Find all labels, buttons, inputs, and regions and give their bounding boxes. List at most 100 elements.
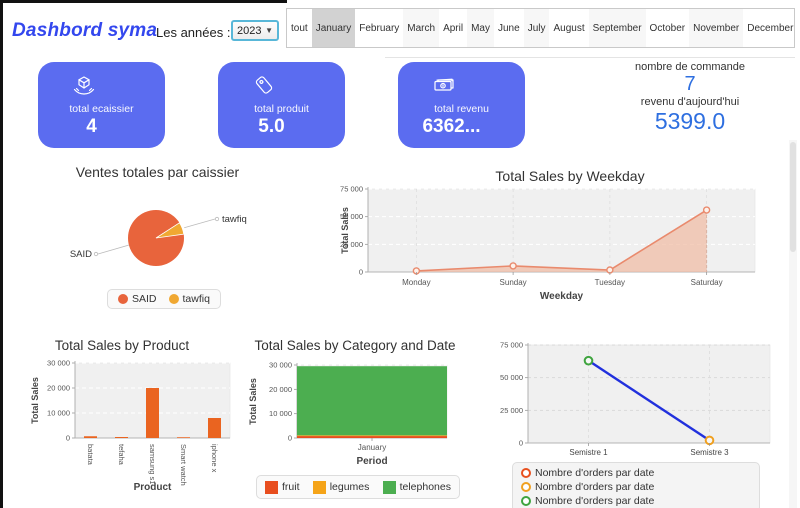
svg-text:30 000: 30 000 [47, 359, 70, 368]
svg-text:Saturday: Saturday [691, 278, 723, 287]
kpi-card-value: 4 [28, 116, 155, 138]
revenue-today-value: 5399.0 [600, 108, 780, 134]
category-legend-item-fruit[interactable]: fruit [265, 481, 300, 494]
tab-october[interactable]: October [646, 9, 690, 47]
scrollbar-thumb[interactable] [790, 142, 796, 252]
month-tabs: toutJanuaryFebruaryMarchAprilMayJuneJuly… [286, 8, 795, 48]
svg-text:Product: Product [134, 482, 172, 493]
bar-batata[interactable] [84, 436, 97, 438]
pie-legend-item-tawfiq[interactable]: tawfiq [169, 293, 210, 305]
stack-legumes[interactable] [297, 435, 447, 436]
category-legend: fruit legumes telephones [256, 475, 460, 499]
legend-swatch-icon [383, 481, 396, 494]
line-legend-item-1[interactable]: Nombre d'orders par date [521, 481, 654, 493]
money-icon [362, 72, 525, 100]
line-legend-item-2[interactable]: Nombre d'orders par date [521, 495, 654, 507]
separator-line [385, 57, 795, 58]
svg-text:tawfiq: tawfiq [222, 214, 247, 225]
svg-text:0: 0 [66, 434, 70, 443]
kpi-card-total-ecaissier: total ecaissier 4 [38, 62, 165, 148]
svg-text:25 000: 25 000 [500, 406, 523, 415]
pie-chart-title: Ventes totales par caissier [40, 164, 275, 180]
svg-text:Total Sales: Total Sales [340, 207, 350, 254]
legend-swatch-icon [313, 481, 326, 494]
price-tag-icon [182, 72, 345, 100]
svg-text:10 000: 10 000 [269, 409, 292, 418]
kpi-card-total-produit: total produit 5.0 [218, 62, 345, 148]
hands-box-icon [2, 72, 165, 100]
tab-january[interactable]: January [312, 9, 356, 47]
data-point-semistre-1[interactable] [585, 357, 593, 365]
category-legend-item-legumes[interactable]: legumes [313, 481, 370, 494]
chevron-down-icon: ▼ [265, 26, 273, 35]
tab-april[interactable]: April [439, 9, 467, 47]
svg-text:Weekday: Weekday [540, 291, 584, 302]
tab-november[interactable]: November [689, 9, 743, 47]
svg-text:30 000: 30 000 [269, 361, 292, 370]
year-select-value: 2023 [237, 25, 261, 37]
pie-legend-item-said[interactable]: SAID [118, 293, 157, 305]
kpi-card-total-revenu: total revenu 6362... [398, 62, 525, 148]
svg-text:Smart watch: Smart watch [179, 444, 188, 486]
tab-august[interactable]: August [549, 9, 588, 47]
tab-may[interactable]: May [467, 9, 494, 47]
semester-line-chart[interactable]: 025 00050 00075 000Semistre 1Semistre 3 [498, 332, 796, 460]
revenue-today-label: revenu d'aujourd'hui [600, 96, 780, 108]
legend-dot-icon [118, 294, 128, 304]
tab-september[interactable]: September [589, 9, 646, 47]
vertical-scrollbar[interactable] [789, 140, 797, 508]
stack-telephones[interactable] [297, 366, 447, 435]
svg-text:50 000: 50 000 [500, 373, 523, 382]
svg-text:20 000: 20 000 [269, 385, 292, 394]
app-title: Dashbord syma [12, 20, 157, 42]
svg-text:10 000: 10 000 [47, 409, 70, 418]
svg-text:0: 0 [288, 434, 292, 443]
bar-tefaha[interactable] [115, 437, 128, 438]
legend-dot-icon [169, 294, 179, 304]
svg-text:20 000: 20 000 [47, 384, 70, 393]
kpi-card-value: 6362... [388, 116, 515, 138]
tab-december[interactable]: December [743, 9, 795, 47]
orders-label: nombre de commande [600, 61, 780, 73]
tab-february[interactable]: February [355, 9, 403, 47]
svg-text:0: 0 [519, 439, 523, 448]
bar-iphone-x[interactable] [208, 418, 221, 438]
svg-text:Tuesday: Tuesday [595, 278, 625, 287]
legend-ring-icon [521, 468, 531, 478]
bar-samsung-s1[interactable] [146, 388, 159, 438]
product-bar-chart[interactable]: 010 00020 00030 000batatatefahasamsung s… [30, 350, 242, 500]
dashboard-page: Dashbord syma Les années : 2023 ▼ toutJa… [0, 0, 800, 508]
svg-text:Semistre 3: Semistre 3 [690, 448, 729, 457]
tab-june[interactable]: June [494, 9, 524, 47]
svg-text:Sunday: Sunday [500, 278, 527, 287]
legend-swatch-icon [265, 481, 278, 494]
svg-text:Monday: Monday [402, 278, 430, 287]
legend-ring-icon [521, 496, 531, 506]
kpi-card-value: 5.0 [208, 116, 335, 138]
svg-text:January: January [358, 443, 386, 452]
years-label: Les années : [156, 25, 230, 40]
year-select[interactable]: 2023 ▼ [231, 20, 279, 41]
pie-chart[interactable]: tawfiq SAID [52, 192, 267, 287]
category-legend-item-telephones[interactable]: telephones [383, 481, 451, 494]
category-chart-title: Total Sales by Category and Date [246, 338, 464, 353]
svg-text:SAID: SAID [70, 249, 92, 260]
svg-text:Period: Period [356, 456, 387, 467]
tab-tout[interactable]: tout [287, 9, 312, 47]
tab-march[interactable]: March [403, 9, 439, 47]
line-legend-item-0[interactable]: Nombre d'orders par date [521, 467, 654, 479]
svg-text:75 000: 75 000 [340, 185, 363, 194]
kpi-card-label: total ecaissier [38, 103, 165, 115]
svg-text:batata: batata [86, 444, 95, 466]
category-stacked-chart[interactable]: 010 00020 00030 000JanuaryPeriodTotal Sa… [248, 352, 466, 470]
svg-text:samsung s1: samsung s1 [148, 444, 157, 484]
weekday-area-chart[interactable]: 025 00050 00075 000MondaySundayTuesdaySa… [340, 182, 798, 312]
data-point-sunday[interactable] [510, 263, 516, 269]
bar-smart-watch[interactable] [177, 437, 190, 438]
stack-fruit[interactable] [297, 436, 447, 438]
window-edge-top [0, 0, 287, 3]
svg-text:Semistre 1: Semistre 1 [569, 448, 608, 457]
svg-text:0: 0 [359, 268, 363, 277]
tab-july[interactable]: July [524, 9, 550, 47]
data-point-saturday[interactable] [704, 207, 710, 213]
